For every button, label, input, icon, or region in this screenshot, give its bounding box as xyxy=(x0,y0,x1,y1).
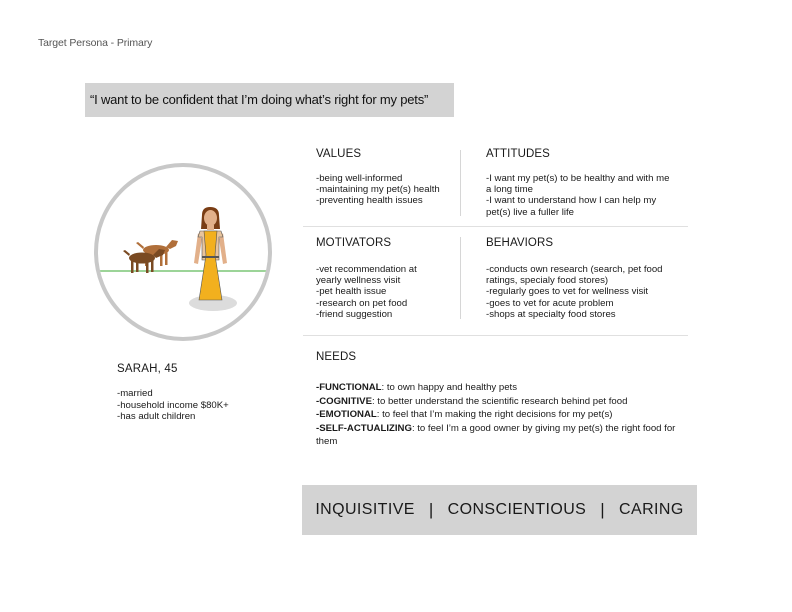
needs-item-functional: -FUNCTIONAL: to own happy and healthy pe… xyxy=(316,381,676,395)
needs-title: NEEDS xyxy=(316,351,357,363)
attitudes-item: pet(s) live a fuller life xyxy=(486,206,574,218)
behaviors-item: -conducts own research (search, pet food xyxy=(486,264,663,275)
values-item: -maintaining my pet(s) health xyxy=(316,184,440,196)
persona-fact: -married xyxy=(117,388,153,399)
needs-list: -FUNCTIONAL: to own happy and healthy pe… xyxy=(316,381,676,449)
behaviors-item: -shops at specialty food stores xyxy=(486,308,616,320)
needs-text: : to own happy and healthy pets xyxy=(381,382,518,393)
trait-separator: | xyxy=(600,500,606,519)
dog-front-icon xyxy=(123,249,165,273)
attitudes-item: -I want to understand how I can help my xyxy=(486,195,657,207)
behaviors-title: BEHAVIORS xyxy=(486,237,554,249)
motivators-item: -pet health issue xyxy=(316,286,387,298)
persona-illustration xyxy=(98,207,268,311)
attitudes-item: -I want my pet(s) to be healthy and with… xyxy=(486,173,670,184)
attitudes-list: -I want my pet(s) to be healthy and with… xyxy=(486,173,669,218)
motivators-item: yearly wellness visit xyxy=(316,275,401,287)
motivators-title: MOTIVATORS xyxy=(316,237,392,249)
trait-label: CARING xyxy=(619,501,684,518)
page-label: Target Persona - Primary xyxy=(38,37,153,49)
trait-label: CONSCIENTIOUS xyxy=(447,501,587,518)
values-item: -being well-informed xyxy=(316,173,403,184)
values-title: VALUES xyxy=(316,148,362,160)
divider-horizontal-middle xyxy=(303,226,688,227)
trait-separator: | xyxy=(428,500,434,519)
needs-text: : to feel that I’m making the right deci… xyxy=(376,409,613,420)
needs-item-cognitive: -COGNITIVE: to better understand the sci… xyxy=(316,395,676,409)
divider-vertical-bottom xyxy=(460,237,461,319)
needs-label: -EMOTIONAL xyxy=(316,409,377,420)
divider-horizontal-bottom xyxy=(303,335,688,336)
persona-avatar xyxy=(94,163,272,341)
persona-fact: -household income $80K+ xyxy=(117,399,229,411)
behaviors-item: -regularly goes to vet for wellness visi… xyxy=(486,286,649,298)
needs-text: : to better understand the scientific re… xyxy=(371,395,628,407)
behaviors-item: -goes to vet for acute problem xyxy=(486,297,614,309)
woman-figure xyxy=(194,207,227,301)
behaviors-item: ratings, specialy food stores) xyxy=(486,275,609,287)
needs-label: -COGNITIVE xyxy=(316,395,372,407)
persona-facts: -married -household income $80K+ -has ad… xyxy=(117,388,229,423)
motivators-item: -research on pet food xyxy=(316,297,408,309)
motivators-item: -friend suggestion xyxy=(316,308,393,320)
motivators-list: -vet recommendation at yearly wellness v… xyxy=(316,264,417,320)
motivators-item: -vet recommendation at xyxy=(316,264,417,275)
persona-quote: “I want to be confident that I’m doing w… xyxy=(85,83,454,117)
values-list: -being well-informed -maintaining my pet… xyxy=(316,173,440,207)
needs-label: -SELF-ACTUALIZING xyxy=(316,422,412,434)
attitudes-item: a long time xyxy=(486,184,533,196)
needs-item-self-actualizing: -SELF-ACTUALIZING: to feel I’m a good ow… xyxy=(316,422,676,449)
behaviors-list: -conducts own research (search, pet food… xyxy=(486,264,663,320)
divider-vertical-top xyxy=(460,150,461,216)
traits-banner: INQUISITIVE | CONSCIENTIOUS | CARING xyxy=(302,485,697,535)
trait-label: INQUISITIVE xyxy=(315,501,415,518)
attitudes-title: ATTITUDES xyxy=(486,148,550,160)
values-item: -preventing health issues xyxy=(316,195,423,207)
needs-item-emotional: -EMOTIONAL: to feel that I’m making the … xyxy=(316,408,676,422)
needs-label: -FUNCTIONAL xyxy=(316,382,382,393)
persona-fact: -has adult children xyxy=(117,411,196,422)
persona-name: SARAH, 45 xyxy=(117,363,178,375)
